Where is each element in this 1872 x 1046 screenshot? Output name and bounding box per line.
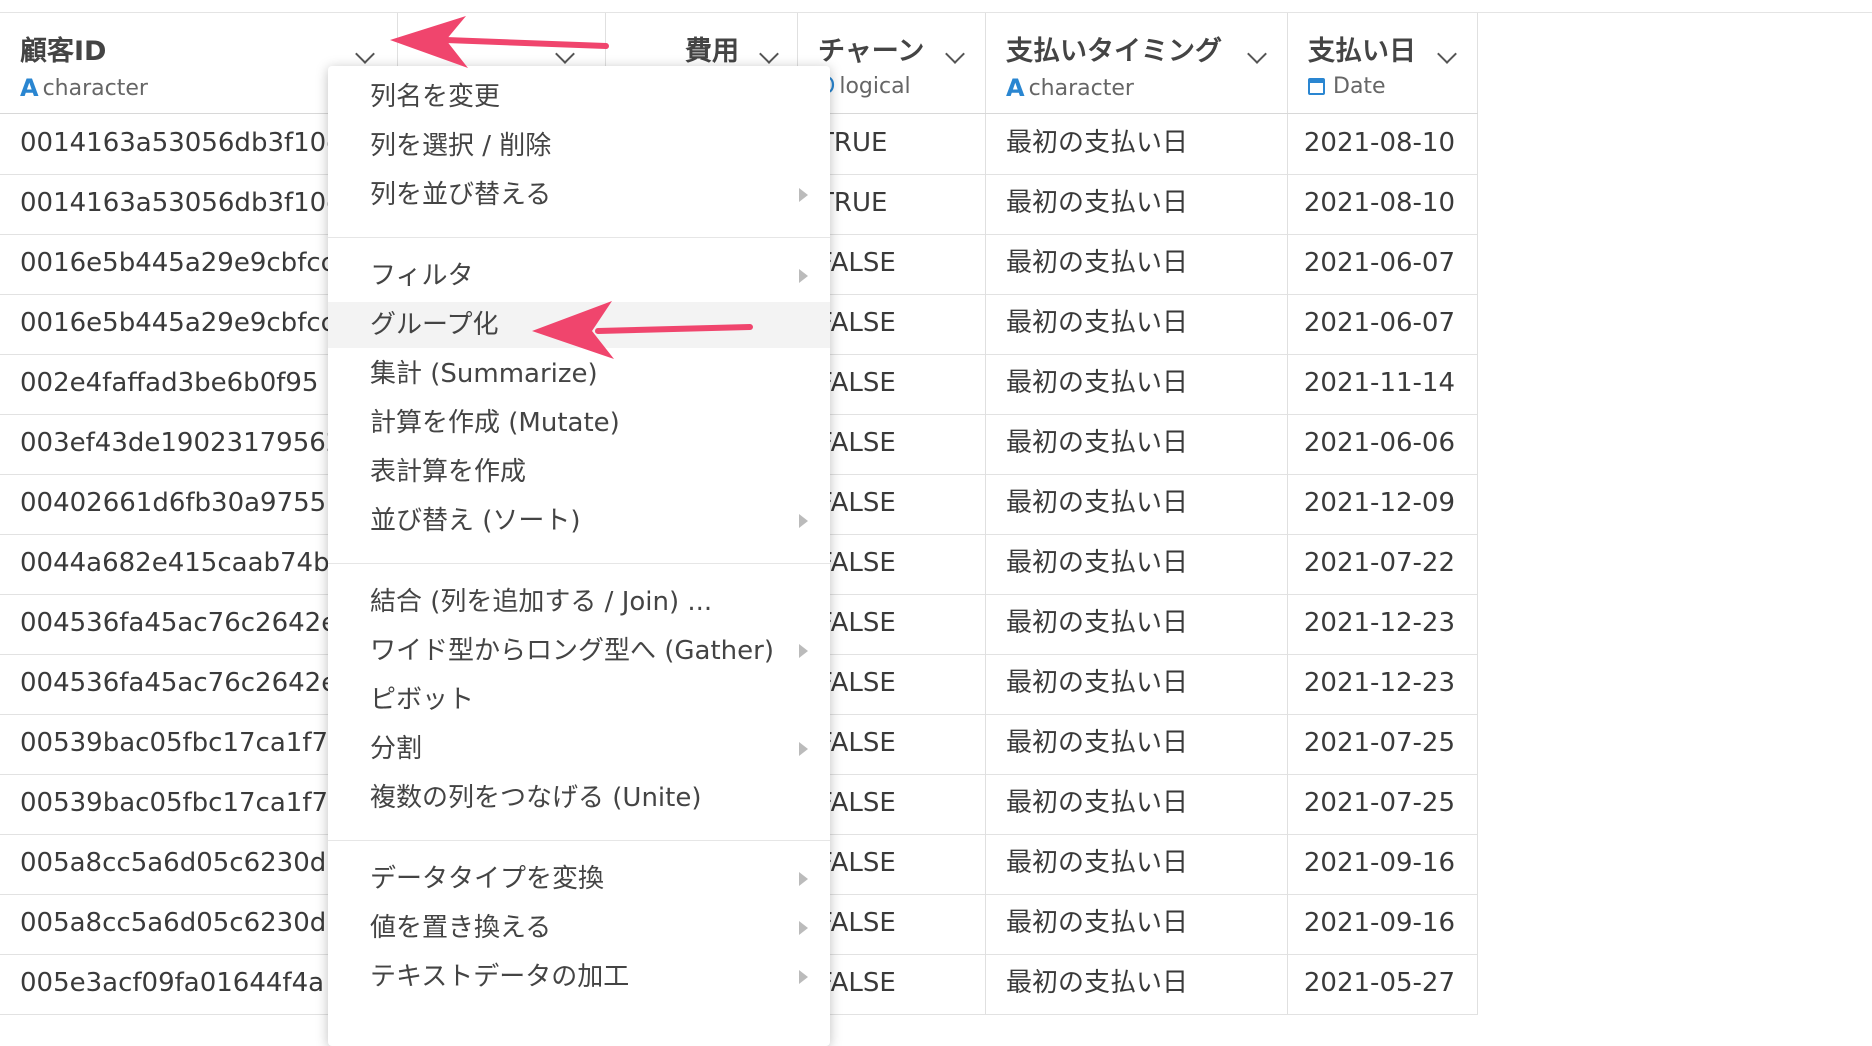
menu-item[interactable]: 並び替え (ソート) [328, 498, 830, 544]
payment-timing-cell: 最初の支払い日 [986, 234, 1288, 294]
menu-item-label: データタイプを変換 [370, 864, 605, 894]
menu-item-label: テキストデータの加工 [370, 962, 630, 992]
payment-timing-cell: 最初の支払い日 [986, 414, 1288, 474]
menu-item-label: ピボット [370, 685, 475, 715]
menu-item[interactable]: ピボット [328, 677, 830, 723]
menu-item[interactable]: 計算を作成 (Mutate) [328, 400, 830, 446]
menu-item-label: 表計算を作成 [370, 457, 527, 487]
payment-timing-cell: 最初の支払い日 [986, 174, 1288, 234]
payment-timing-cell: 最初の支払い日 [986, 534, 1288, 594]
menu-item[interactable]: 列を選択 / 削除 [328, 123, 830, 169]
payment-date-cell: 2021-05-27 [1288, 954, 1478, 1014]
payment-date-cell: 2021-08-10 [1288, 114, 1478, 174]
payment-date-cell: 2021-07-25 [1288, 774, 1478, 834]
menu-item[interactable]: フィルタ [328, 253, 830, 299]
menu-item[interactable]: 値を置き換える [328, 905, 830, 951]
payment-date-cell: 2021-07-22 [1288, 534, 1478, 594]
payment-timing-cell: 最初の支払い日 [986, 894, 1288, 954]
payment-timing-cell: 最初の支払い日 [986, 954, 1288, 1014]
column-name: 支払いタイミング [1006, 36, 1222, 67]
menu-item[interactable]: ワイド型からロング型へ (Gather) [328, 628, 830, 674]
payment-date-cell: 2021-12-23 [1288, 594, 1478, 654]
submenu-arrow-icon [799, 921, 808, 935]
menu-separator [328, 563, 830, 564]
payment-timing-cell: 最初の支払い日 [986, 714, 1288, 774]
payment-date-cell: 2021-06-07 [1288, 234, 1478, 294]
column-type: Date [1333, 74, 1386, 99]
menu-item-label: 分割 [370, 734, 423, 764]
payment-date-cell: 2021-08-10 [1288, 174, 1478, 234]
menu-item-label: 並び替え (ソート) [370, 506, 581, 536]
menu-item-label: ワイド型からロング型へ (Gather) [370, 636, 774, 666]
character-type-icon: A [20, 74, 39, 102]
menu-item[interactable]: 列を並び替える [328, 172, 830, 218]
payment-timing-cell: 最初の支払い日 [986, 294, 1288, 354]
submenu-arrow-icon [799, 970, 808, 984]
menu-item[interactable]: 複数の列をつなげる (Unite) [328, 775, 830, 821]
menu-item-label: フィルタ [370, 261, 474, 291]
menu-item[interactable]: 列名を変更 [328, 74, 830, 120]
column-header-payment-timing[interactable]: 支払いタイミング A character [986, 13, 1288, 113]
menu-item-label: 列を選択 / 削除 [370, 131, 552, 161]
pointer-arrow-header [390, 16, 609, 68]
payment-date-cell: 2021-09-16 [1288, 834, 1478, 894]
submenu-arrow-icon [799, 872, 808, 886]
payment-date-cell: 2021-12-23 [1288, 654, 1478, 714]
payment-timing-cell: 最初の支払い日 [986, 474, 1288, 534]
menu-separator [328, 237, 830, 238]
menu-separator [328, 840, 830, 841]
payment-timing-cell: 最初の支払い日 [986, 654, 1288, 714]
pointer-arrow-group [532, 301, 753, 359]
payment-timing-cell: 最初の支払い日 [986, 114, 1288, 174]
menu-item-label: 結合 (列を追加する / Join) ... [370, 587, 713, 617]
menu-item[interactable]: 結合 (列を追加する / Join) ... [328, 579, 830, 625]
payment-date-cell: 2021-07-25 [1288, 714, 1478, 774]
payment-date-cell: 2021-06-07 [1288, 294, 1478, 354]
column-context-menu: 列名を変更 列を選択 / 削除 列を並び替える フィルタ グループ化 集計 (Summar… [328, 66, 830, 1046]
payment-timing-cell: 最初の支払い日 [986, 834, 1288, 894]
menu-item-label: 計算を作成 (Mutate) [370, 408, 620, 438]
payment-date-cell: 2021-09-16 [1288, 894, 1478, 954]
menu-item[interactable]: テキストデータの加工 [328, 954, 830, 1000]
payment-timing-cell: 最初の支払い日 [986, 594, 1288, 654]
payment-timing-cell: 最初の支払い日 [986, 774, 1288, 834]
menu-item-label: グループ化 [370, 310, 499, 340]
menu-item[interactable]: 分割 [328, 726, 830, 772]
character-type-icon: A [1006, 74, 1025, 102]
column-type: character [42, 75, 148, 101]
submenu-arrow-icon [799, 269, 808, 283]
submenu-arrow-icon [799, 514, 808, 528]
menu-item-label: 複数の列をつなげる (Unite) [370, 783, 702, 813]
payment-date-cell: 2021-11-14 [1288, 354, 1478, 414]
payment-timing-cell: 最初の支払い日 [986, 354, 1288, 414]
column-name: 顧客ID [20, 36, 107, 67]
menu-item[interactable]: 表計算を作成 [328, 449, 830, 495]
submenu-arrow-icon [799, 742, 808, 756]
column-type: logical [839, 74, 911, 99]
menu-item-label: 列名を変更 [370, 82, 501, 112]
column-type: character [1028, 75, 1134, 101]
payment-date-cell: 2021-06-06 [1288, 414, 1478, 474]
menu-item-label: 値を置き換える [370, 913, 552, 943]
calendar-icon [1308, 78, 1325, 95]
menu-item-label: 列を並び替える [370, 180, 552, 210]
submenu-arrow-icon [799, 188, 808, 202]
payment-date-cell: 2021-12-09 [1288, 474, 1478, 534]
submenu-arrow-icon [799, 644, 808, 658]
menu-item[interactable]: データタイプを変換 [328, 856, 830, 902]
column-header-payment-date[interactable]: 支払い日 Date [1288, 13, 1478, 113]
